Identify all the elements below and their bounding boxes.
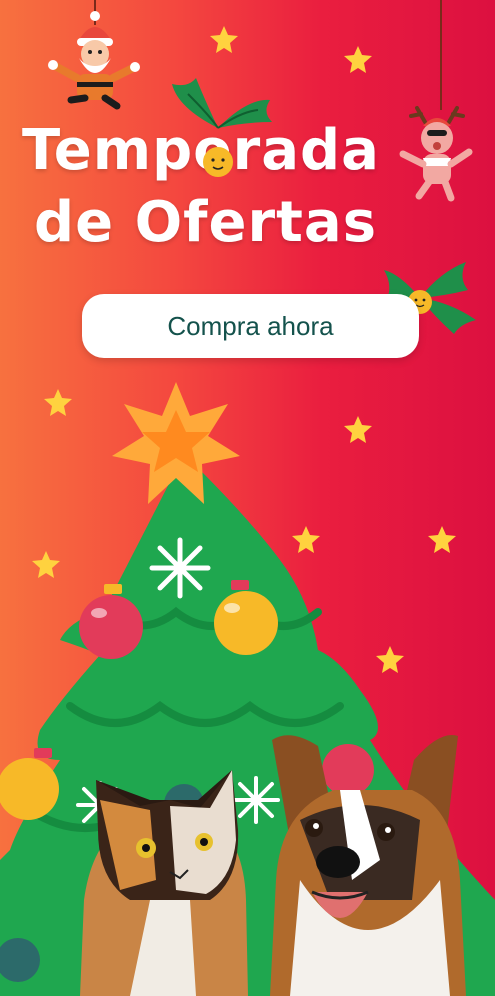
dog-photo [270,735,466,996]
promo-banner: Temporada de Ofertas Compra ahora [0,0,495,996]
